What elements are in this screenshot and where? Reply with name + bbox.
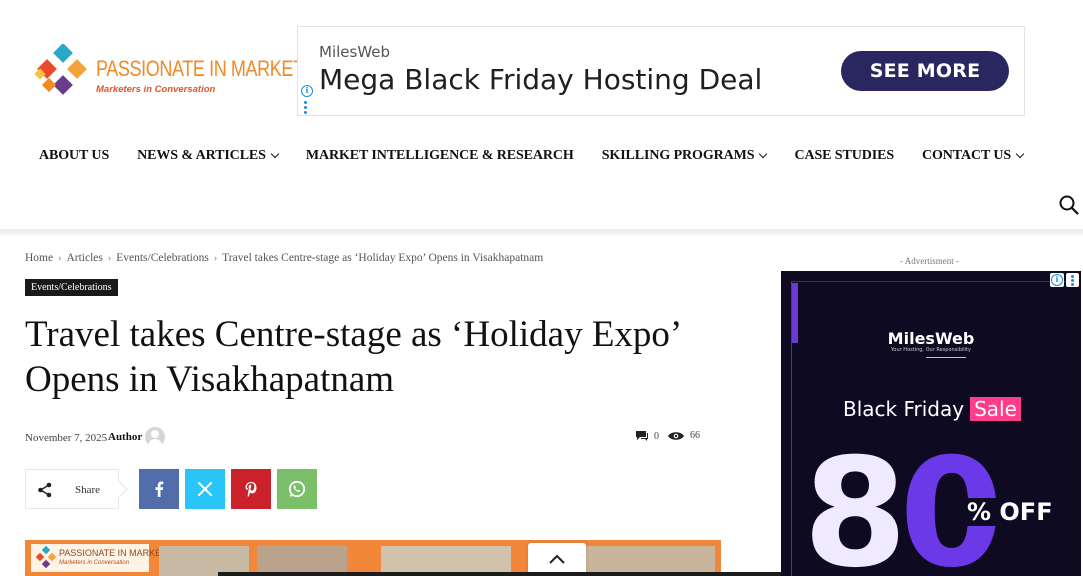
chevron-right-icon: › — [213, 252, 218, 264]
featured-logo-tagline: Marketers in Conversation — [59, 560, 130, 566]
nav-item-news-articles[interactable]: NEWS & ARTICLES — [137, 148, 280, 164]
nav-item-about-us[interactable]: ABOUT US — [39, 148, 109, 164]
x-icon — [198, 482, 212, 496]
breadcrumb-current: Travel takes Centre-stage as ‘Holiday Ex… — [222, 252, 544, 264]
sale-badge: Sale — [970, 397, 1021, 421]
ad-info-button[interactable]: i — [1050, 273, 1064, 287]
nav-item-case-studies[interactable]: CASE STUDIES — [794, 148, 894, 164]
nav-label: SKILLING PROGRAMS — [601, 148, 755, 163]
ad-brand: MilesWeb — [319, 43, 391, 61]
advertisement-label: - Advertisment - — [900, 256, 959, 266]
ad-headline: Mega Black Friday Hosting Deal — [319, 63, 763, 96]
breadcrumb-home[interactable]: Home — [25, 252, 53, 264]
ad-options-button[interactable] — [1066, 273, 1079, 287]
nav-item-contact-us[interactable]: CONTACT US — [922, 148, 1025, 164]
article-title: Travel takes Centre-stage as ‘Holiday Ex… — [25, 314, 680, 400]
chevron-right-icon: › — [107, 252, 112, 264]
article-date: November 7, 2025 — [25, 432, 108, 444]
tagline-underline — [926, 357, 966, 358]
view-count-value: 66 — [690, 430, 700, 441]
nav-label: CONTACT US — [922, 148, 1012, 163]
comment-count[interactable]: 0 — [635, 430, 659, 442]
nav-label: CASE STUDIES — [794, 148, 894, 163]
ad-options-icon[interactable] — [304, 101, 308, 116]
whatsapp-icon — [288, 480, 306, 498]
top-banner-ad[interactable]: MilesWeb Mega Black Friday Hosting Deal … — [297, 26, 1025, 116]
nav-label: ABOUT US — [39, 148, 110, 163]
share-label: Share — [75, 484, 101, 496]
whatsapp-share-button[interactable] — [277, 469, 317, 509]
sidebar-ad-tagline: Your Hosting, Our Responsibility — [891, 347, 971, 353]
logo-mark-icon — [34, 44, 87, 95]
x-share-button[interactable] — [185, 469, 225, 509]
logo-tagline: Marketers in Conversation — [96, 84, 216, 95]
breadcrumb-category[interactable]: Events/Celebrations — [116, 252, 209, 264]
chevron-down-icon — [1015, 149, 1025, 159]
discount-digit: 8 — [803, 427, 907, 576]
logo-mark-icon — [35, 546, 57, 569]
facebook-share-button[interactable] — [139, 469, 179, 509]
chevron-up-icon — [549, 554, 565, 564]
chevron-right-icon: › — [58, 252, 62, 264]
info-icon: i — [1051, 274, 1063, 286]
pinterest-share-button[interactable] — [231, 469, 271, 509]
view-count: 66 — [668, 430, 700, 441]
ad-see-more-button[interactable]: SEE MORE — [841, 51, 1009, 91]
nav-label: NEWS & ARTICLES — [137, 148, 266, 163]
featured-image: PASSIONATE IN MARKETING Marketers in Con… — [25, 540, 721, 576]
black-friday-text: Black Friday — [843, 397, 965, 421]
article-author[interactable]: Author — [108, 431, 142, 443]
main-nav: ABOUT US NEWS & ARTICLES MARKET INTELLIG… — [25, 142, 1037, 170]
chevron-down-icon — [759, 149, 768, 159]
comment-count-value: 0 — [654, 430, 659, 442]
percent-off-text: % OFF — [965, 498, 1055, 526]
sidebar-ad-brand: MilesWeb — [887, 329, 975, 348]
nav-item-market-intelligence[interactable]: MARKET INTELLIGENCE & RESEARCH — [306, 148, 574, 164]
share-toggle[interactable]: Share — [25, 469, 119, 509]
eye-icon — [668, 431, 684, 440]
nav-label: MARKET INTELLIGENCE & RESEARCH — [305, 148, 574, 163]
share-icon — [38, 482, 52, 498]
sidebar-ad[interactable]: MilesWeb Your Hosting, Our Responsibilit… — [781, 271, 1081, 576]
site-logo[interactable]: PASSIONATE IN MARKETING Marketers in Con… — [34, 44, 335, 106]
facebook-icon — [155, 481, 164, 497]
breadcrumb-articles[interactable]: Articles — [66, 252, 102, 264]
pinterest-icon — [245, 481, 257, 497]
category-badge[interactable]: Events/Celebrations — [25, 279, 118, 296]
avatar[interactable] — [145, 427, 165, 447]
header-divider — [0, 229, 1083, 237]
nav-item-skilling-programs[interactable]: SKILLING PROGRAMS — [601, 148, 768, 164]
search-icon[interactable] — [1059, 195, 1079, 215]
sidebar-ad-headline: Black Friday Sale — [843, 397, 1021, 421]
comment-icon — [636, 431, 648, 441]
featured-image-logo: PASSIONATE IN MARKETING Marketers in Con… — [31, 544, 183, 572]
ad-info-icon[interactable]: i — [301, 85, 313, 97]
breadcrumb: Home › Articles › Events/Celebrations › … — [25, 252, 543, 264]
chevron-down-icon — [270, 149, 280, 159]
